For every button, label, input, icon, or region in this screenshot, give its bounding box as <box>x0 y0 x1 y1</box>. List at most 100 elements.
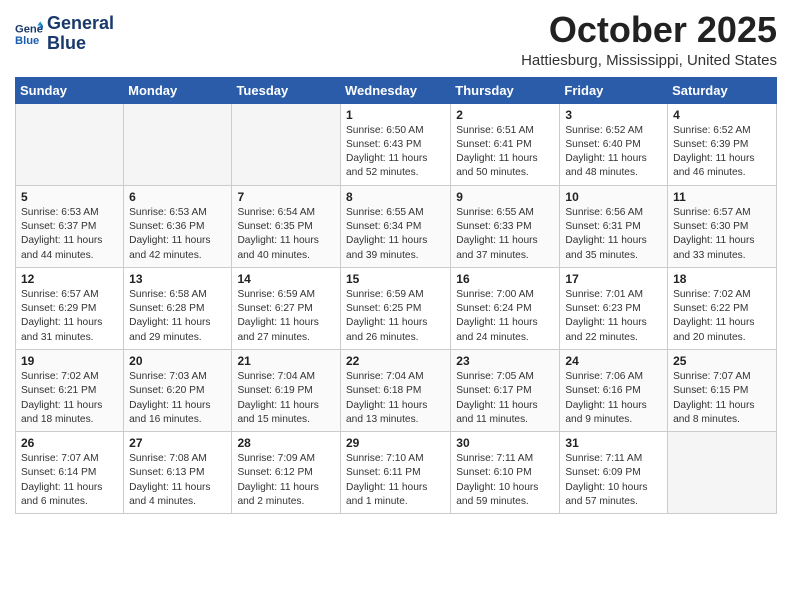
day-info: Sunrise: 6:52 AMSunset: 6:39 PMDaylight:… <box>673 124 771 181</box>
day-info: Sunrise: 6:58 AMSunset: 6:28 PMDaylight:… <box>129 288 226 345</box>
calendar-cell <box>16 103 124 185</box>
day-info: Sunrise: 7:09 AMSunset: 6:12 PMDaylight:… <box>237 452 335 509</box>
day-info: Sunrise: 7:02 AMSunset: 6:21 PMDaylight:… <box>21 370 118 427</box>
calendar-cell: 10 Sunrise: 6:56 AMSunset: 6:31 PMDayligh… <box>560 185 668 267</box>
day-info: Sunrise: 6:55 AMSunset: 6:34 PMDaylight:… <box>346 206 445 263</box>
calendar-cell: 15 Sunrise: 6:59 AMSunset: 6:25 PMDayligh… <box>341 267 451 349</box>
calendar-cell: 30 Sunrise: 7:11 AMSunset: 6:10 PMDayligh… <box>451 432 560 514</box>
calendar-cell: 1Sunrise: 6:50 AMSunset: 6:43 PMDaylight… <box>341 103 451 185</box>
calendar-cell: 3Sunrise: 6:52 AMSunset: 6:40 PMDaylight… <box>560 103 668 185</box>
calendar-cell: 21Sunrise: 7:04 AMSunset: 6:19 PMDayligh… <box>232 349 341 431</box>
calendar-cell: 23 Sunrise: 7:05 AMSunset: 6:17 PMDayligh… <box>451 349 560 431</box>
calendar-week-row: 19 Sunrise: 7:02 AMSunset: 6:21 PMDayligh… <box>16 349 777 431</box>
calendar-header-row: Sunday Monday Tuesday Wednesday Thursday… <box>16 77 777 103</box>
calendar-cell: 27 Sunrise: 7:08 AMSunset: 6:13 PMDayligh… <box>124 432 232 514</box>
day-number: 25 <box>673 354 771 368</box>
day-number: 1 <box>346 108 445 122</box>
calendar-cell: 22Sunrise: 7:04 AMSunset: 6:18 PMDayligh… <box>341 349 451 431</box>
day-number: 22 <box>346 354 445 368</box>
day-number: 11 <box>673 190 771 204</box>
calendar-cell: 11 Sunrise: 6:57 AMSunset: 6:30 PMDayligh… <box>668 185 777 267</box>
day-info: Sunrise: 7:07 AMSunset: 6:15 PMDaylight:… <box>673 370 771 427</box>
calendar-cell: 20 Sunrise: 7:03 AMSunset: 6:20 PMDayligh… <box>124 349 232 431</box>
day-number: 14 <box>237 272 335 286</box>
day-info: Sunrise: 6:57 AMSunset: 6:29 PMDaylight:… <box>21 288 118 345</box>
calendar-cell: 28Sunrise: 7:09 AMSunset: 6:12 PMDayligh… <box>232 432 341 514</box>
day-number: 2 <box>456 108 554 122</box>
calendar-cell: 8 Sunrise: 6:55 AMSunset: 6:34 PMDaylight… <box>341 185 451 267</box>
day-info: Sunrise: 7:03 AMSunset: 6:20 PMDaylight:… <box>129 370 226 427</box>
day-number: 24 <box>565 354 662 368</box>
calendar-cell: 14Sunrise: 6:59 AMSunset: 6:27 PMDayligh… <box>232 267 341 349</box>
day-number: 15 <box>346 272 445 286</box>
col-thursday: Thursday <box>451 77 560 103</box>
day-info: Sunrise: 6:57 AMSunset: 6:30 PMDaylight:… <box>673 206 771 263</box>
col-friday: Friday <box>560 77 668 103</box>
day-number: 5 <box>21 190 118 204</box>
calendar-cell: 31 Sunrise: 7:11 AMSunset: 6:09 PMDayligh… <box>560 432 668 514</box>
day-info: Sunrise: 6:55 AMSunset: 6:33 PMDaylight:… <box>456 206 554 263</box>
day-number: 6 <box>129 190 226 204</box>
calendar-cell: 25 Sunrise: 7:07 AMSunset: 6:15 PMDayligh… <box>668 349 777 431</box>
day-number: 29 <box>346 436 445 450</box>
day-number: 9 <box>456 190 554 204</box>
day-number: 31 <box>565 436 662 450</box>
col-tuesday: Tuesday <box>232 77 341 103</box>
header: General Blue General Blue October 2025 H… <box>15 10 777 69</box>
col-wednesday: Wednesday <box>341 77 451 103</box>
svg-text:Blue: Blue <box>15 35 39 47</box>
page: General Blue General Blue October 2025 H… <box>0 0 792 529</box>
col-sunday: Sunday <box>16 77 124 103</box>
location: Hattiesburg, Mississippi, United States <box>521 52 777 69</box>
day-number: 17 <box>565 272 662 286</box>
logo-icon: General Blue <box>15 20 43 48</box>
logo: General Blue General Blue <box>15 14 114 54</box>
day-info: Sunrise: 6:53 AMSunset: 6:37 PMDaylight:… <box>21 206 118 263</box>
day-info: Sunrise: 7:07 AMSunset: 6:14 PMDaylight:… <box>21 452 118 509</box>
calendar-week-row: 1Sunrise: 6:50 AMSunset: 6:43 PMDaylight… <box>16 103 777 185</box>
calendar-cell: 2 Sunrise: 6:51 AMSunset: 6:41 PMDaylight… <box>451 103 560 185</box>
day-number: 8 <box>346 190 445 204</box>
day-info: Sunrise: 6:52 AMSunset: 6:40 PMDaylight:… <box>565 124 662 181</box>
calendar-cell: 7Sunrise: 6:54 AMSunset: 6:35 PMDaylight… <box>232 185 341 267</box>
day-number: 27 <box>129 436 226 450</box>
calendar-cell: 9 Sunrise: 6:55 AMSunset: 6:33 PMDaylight… <box>451 185 560 267</box>
day-info: Sunrise: 7:06 AMSunset: 6:16 PMDaylight:… <box>565 370 662 427</box>
calendar-cell: 17 Sunrise: 7:01 AMSunset: 6:23 PMDayligh… <box>560 267 668 349</box>
day-number: 7 <box>237 190 335 204</box>
calendar-cell <box>232 103 341 185</box>
day-info: Sunrise: 6:53 AMSunset: 6:36 PMDaylight:… <box>129 206 226 263</box>
day-number: 16 <box>456 272 554 286</box>
day-info: Sunrise: 7:11 AMSunset: 6:10 PMDaylight:… <box>456 452 554 509</box>
calendar-cell <box>124 103 232 185</box>
day-number: 10 <box>565 190 662 204</box>
calendar-cell <box>668 432 777 514</box>
day-info: Sunrise: 7:01 AMSunset: 6:23 PMDaylight:… <box>565 288 662 345</box>
day-info: Sunrise: 7:08 AMSunset: 6:13 PMDaylight:… <box>129 452 226 509</box>
day-number: 18 <box>673 272 771 286</box>
calendar-cell: 19 Sunrise: 7:02 AMSunset: 6:21 PMDayligh… <box>16 349 124 431</box>
calendar-cell: 4 Sunrise: 6:52 AMSunset: 6:39 PMDaylight… <box>668 103 777 185</box>
day-info: Sunrise: 6:59 AMSunset: 6:25 PMDaylight:… <box>346 288 445 345</box>
calendar-cell: 29 Sunrise: 7:10 AMSunset: 6:11 PMDayligh… <box>341 432 451 514</box>
day-number: 26 <box>21 436 118 450</box>
day-number: 13 <box>129 272 226 286</box>
day-number: 12 <box>21 272 118 286</box>
col-saturday: Saturday <box>668 77 777 103</box>
title-block: October 2025 Hattiesburg, Mississippi, U… <box>521 10 777 69</box>
day-number: 19 <box>21 354 118 368</box>
day-info: Sunrise: 7:11 AMSunset: 6:09 PMDaylight:… <box>565 452 662 509</box>
day-number: 23 <box>456 354 554 368</box>
day-number: 20 <box>129 354 226 368</box>
day-number: 21 <box>237 354 335 368</box>
col-monday: Monday <box>124 77 232 103</box>
day-info: Sunrise: 6:51 AMSunset: 6:41 PMDaylight:… <box>456 124 554 181</box>
day-info: Sunrise: 7:10 AMSunset: 6:11 PMDaylight:… <box>346 452 445 509</box>
day-info: Sunrise: 7:05 AMSunset: 6:17 PMDaylight:… <box>456 370 554 427</box>
day-info: Sunrise: 6:56 AMSunset: 6:31 PMDaylight:… <box>565 206 662 263</box>
day-number: 4 <box>673 108 771 122</box>
calendar-cell: 13 Sunrise: 6:58 AMSunset: 6:28 PMDayligh… <box>124 267 232 349</box>
day-info: Sunrise: 7:00 AMSunset: 6:24 PMDaylight:… <box>456 288 554 345</box>
calendar-week-row: 26 Sunrise: 7:07 AMSunset: 6:14 PMDayligh… <box>16 432 777 514</box>
day-number: 30 <box>456 436 554 450</box>
